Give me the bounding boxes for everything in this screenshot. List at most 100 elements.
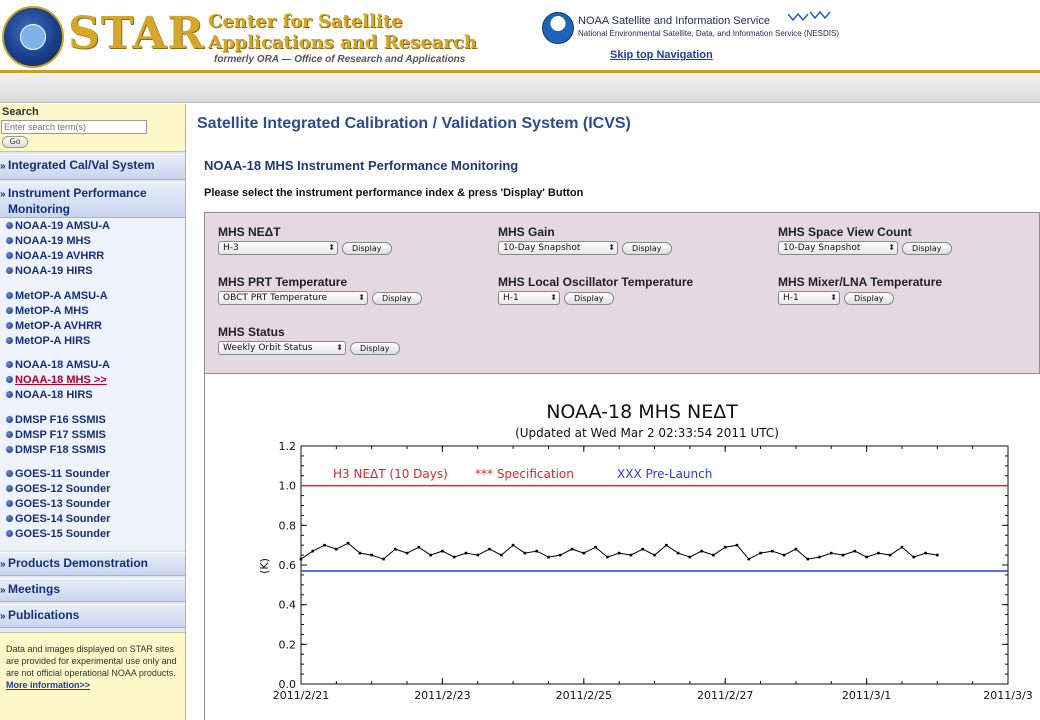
data-point xyxy=(511,543,515,547)
list-item[interactable]: NOAA-19 AVHRR xyxy=(6,250,104,262)
local-oscillator-select[interactable]: H-1 ⬍ xyxy=(498,291,560,305)
space-view-display-button[interactable]: Display xyxy=(902,241,952,255)
more-information-link[interactable]: More information>> xyxy=(6,680,90,690)
chart-subtitle: (Updated at Wed Mar 2 02:33:54 2011 UTC) xyxy=(515,426,779,440)
mixer-lna-display-button[interactable]: Display xyxy=(844,291,894,305)
instrument-list: NOAA-19 AMSU-A NOAA-19 MHS NOAA-19 AVHRR… xyxy=(0,218,185,550)
series-line xyxy=(300,542,938,560)
list-item[interactable]: MetOP-A AMSU-A xyxy=(6,290,108,302)
double-chevron-icon: » xyxy=(0,559,6,570)
nesdis-subtitle: National Environmental Satellite, Data, … xyxy=(578,29,840,38)
list-item[interactable]: MetOP-A AVHRR xyxy=(6,320,102,332)
nav-publications[interactable]: » Publications xyxy=(0,604,185,628)
list-item[interactable]: NOAA-19 AMSU-A xyxy=(6,220,110,232)
data-point xyxy=(653,553,656,557)
list-item-current[interactable]: NOAA-18 MHS >> xyxy=(6,374,107,386)
data-point xyxy=(393,547,397,551)
nedt-display-button[interactable]: Display xyxy=(342,241,392,255)
prt-select[interactable]: OBCT PRT Temperature ⬍ xyxy=(218,291,368,305)
seal-center xyxy=(20,24,46,50)
bullet-icon xyxy=(6,530,13,537)
list-item[interactable]: DMSP F16 SSMIS xyxy=(6,414,106,426)
prt-display-button[interactable]: Display xyxy=(372,291,422,305)
data-point xyxy=(782,553,786,557)
disclaimer-text: Data and images displayed on STAR sites … xyxy=(6,644,177,678)
gain-display-button[interactable]: Display xyxy=(622,241,672,255)
select-arrows-icon: ⬍ xyxy=(336,343,343,352)
bullet-icon xyxy=(6,222,13,229)
nedt-select[interactable]: H-3 ⬍ xyxy=(218,241,338,255)
gain-label: MHS Gain xyxy=(498,225,555,239)
list-item[interactable]: NOAA-18 HIRS xyxy=(6,389,93,401)
nav-products-demonstration[interactable]: » Products Demonstration xyxy=(0,552,185,576)
space-view-control: MHS Space View Count 10-Day Snapshot ⬍ Di… xyxy=(778,225,952,255)
data-point xyxy=(900,545,904,549)
data-point xyxy=(759,551,762,555)
list-item[interactable]: GOES-11 Sounder xyxy=(6,468,110,480)
double-chevron-icon: » xyxy=(0,189,6,200)
center-name-line2: Applications and Research xyxy=(208,32,477,53)
nav-meetings[interactable]: » Meetings xyxy=(0,578,185,602)
list-item[interactable]: GOES-12 Sounder xyxy=(6,483,110,495)
list-item[interactable]: NOAA-18 AMSU-A xyxy=(6,359,110,371)
center-name-line1: Center for Satellite xyxy=(208,11,403,32)
bullet-icon xyxy=(6,237,13,244)
bullet-icon xyxy=(6,515,13,522)
space-view-label: MHS Space View Count xyxy=(778,225,912,239)
nav-instrument-performance[interactable]: » Instrument Performance Monitoring xyxy=(0,182,185,218)
data-point xyxy=(735,543,739,547)
status-select[interactable]: Weekly Orbit Status ⬍ xyxy=(218,341,346,355)
bullet-icon xyxy=(6,470,13,477)
list-item[interactable]: GOES-14 Sounder xyxy=(6,513,110,525)
list-item[interactable]: DMSP F18 SSMIS xyxy=(6,444,106,456)
star-logo-text[interactable]: STAR xyxy=(68,8,205,59)
status-display-button[interactable]: Display xyxy=(350,341,400,355)
sidebar: Search Go »Integrated Cal/Val System »In… xyxy=(0,104,186,720)
data-point xyxy=(877,551,880,555)
list-item[interactable]: DMSP F17 SSMIS xyxy=(6,429,106,441)
go-button[interactable]: Go xyxy=(2,136,28,148)
search-input[interactable] xyxy=(1,120,147,134)
bullet-icon xyxy=(6,361,13,368)
local-oscillator-display-button[interactable]: Display xyxy=(564,291,614,305)
y-tick-label: 1.0 xyxy=(279,480,297,493)
data-point xyxy=(500,553,503,557)
space-view-select[interactable]: 10-Day Snapshot ⬍ xyxy=(778,241,898,255)
y-tick-label: 0.6 xyxy=(279,559,297,572)
data-point xyxy=(936,553,939,557)
skip-navigation-link[interactable]: Skip top Navigation xyxy=(610,49,713,61)
top-navigation-bar xyxy=(0,73,1040,103)
nesdis-title[interactable]: NOAA Satellite and Information Service xyxy=(578,15,770,27)
select-arrows-icon: ⬍ xyxy=(328,243,335,252)
list-item[interactable]: NOAA-19 MHS xyxy=(6,235,91,247)
x-tick-label: 2011/2/27 xyxy=(697,689,753,702)
list-item[interactable]: MetOP-A MHS xyxy=(6,305,89,317)
select-arrows-icon: ⬍ xyxy=(830,293,837,302)
bullet-icon xyxy=(6,292,13,299)
bullet-icon xyxy=(6,485,13,492)
data-point xyxy=(676,551,680,555)
prt-label: MHS PRT Temperature xyxy=(218,275,348,289)
data-point xyxy=(818,555,821,559)
site-header: STAR Center for Satellite Applications a… xyxy=(0,0,1040,72)
data-point xyxy=(382,557,385,561)
data-point xyxy=(865,555,868,559)
gain-select[interactable]: 10-Day Snapshot ⬍ xyxy=(498,241,618,255)
data-point xyxy=(806,557,809,561)
list-item[interactable]: GOES-15 Sounder xyxy=(6,528,110,540)
noaa-logo-icon[interactable] xyxy=(542,12,574,44)
data-point xyxy=(405,551,409,555)
list-item[interactable]: NOAA-19 HIRS xyxy=(6,265,93,277)
bullet-icon xyxy=(6,446,13,453)
page: STAR Center for Satellite Applications a… xyxy=(0,0,1040,720)
data-point xyxy=(464,551,468,555)
nesdis-seal-logo[interactable] xyxy=(2,6,64,68)
data-point xyxy=(558,553,562,557)
list-item[interactable]: GOES-13 Sounder xyxy=(6,498,110,510)
data-point xyxy=(853,549,857,553)
list-item[interactable]: MetOP-A HIRS xyxy=(6,335,90,347)
nav-integrated-calval[interactable]: » Integrated Cal/Val System xyxy=(0,154,185,180)
mixer-lna-select[interactable]: H-1 ⬍ xyxy=(778,291,840,305)
y-tick-label: 0.4 xyxy=(279,599,297,612)
bullet-icon xyxy=(6,500,13,507)
